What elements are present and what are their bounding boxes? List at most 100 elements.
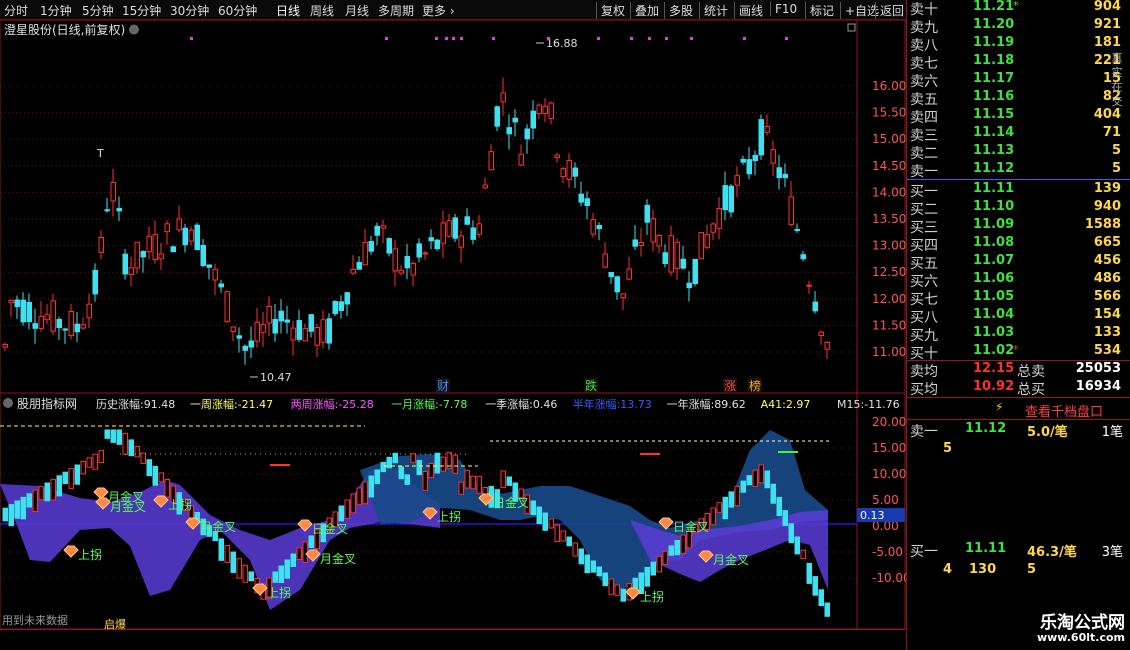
period-4[interactable]: 30分钟 — [170, 2, 209, 19]
indicator-bar — [350, 493, 356, 514]
ask-row[interactable]: 卖五 11.16 82 — [907, 89, 1130, 108]
indicator-bar — [158, 472, 164, 483]
toolbar-action-5[interactable]: F10 — [770, 2, 797, 16]
period-10[interactable]: 更多 › — [422, 2, 455, 19]
indicator-bar — [14, 500, 20, 519]
indicator-bar — [710, 507, 716, 526]
signal-dot — [452, 37, 455, 40]
bid-row[interactable]: 买七 11.05 566 — [907, 289, 1130, 308]
period-7[interactable]: 周线 — [310, 2, 334, 19]
candle-body — [260, 324, 266, 333]
indicator-bar — [38, 486, 44, 501]
period-5[interactable]: 60分钟 — [218, 2, 257, 19]
toolbar-action-6[interactable]: 标记 — [805, 2, 834, 19]
candle-body — [662, 252, 668, 265]
indicator-bar — [290, 553, 296, 568]
toolbar-action-4[interactable]: 画线 — [734, 2, 763, 19]
bid-row[interactable]: 买八 11.04 154 — [907, 307, 1130, 326]
toolbar-action-2[interactable]: 多股 — [664, 2, 693, 19]
period-0[interactable]: 分时 — [4, 2, 28, 19]
candle-body — [122, 253, 128, 275]
price-tick: 13.50 — [872, 212, 906, 226]
chart-area[interactable]: 澄星股份(日线,前复权) 16.00 15.50 15.00 14.50 14.00 13.… — [0, 20, 906, 630]
candle-body — [674, 241, 680, 270]
bid-row[interactable]: 买二 11.10 940 — [907, 199, 1130, 218]
candle-body — [290, 327, 296, 341]
toolbar-action-3[interactable]: 统计 — [699, 2, 728, 19]
bid-row[interactable]: 买四 11.08 665 — [907, 235, 1130, 254]
indicator-bar — [236, 558, 242, 579]
signal-dot — [630, 37, 633, 40]
price-tick: 14.00 — [872, 185, 906, 199]
ask-row[interactable]: 卖八 11.19 181 — [907, 35, 1130, 54]
indicator-bar — [32, 489, 38, 513]
candle-body — [254, 321, 260, 342]
indicator-bar — [302, 541, 308, 563]
candle-body — [422, 252, 428, 255]
dropdown-icon[interactable] — [129, 24, 139, 35]
ob-price: 11.21 — [973, 0, 1015, 14]
indicator-bar — [110, 429, 116, 443]
indicator-bar — [128, 439, 134, 457]
ask-row[interactable]: 卖十 11.21 * 904 — [907, 0, 1130, 18]
candle-body — [734, 175, 740, 186]
ask-row[interactable]: 卖二 11.13 5 — [907, 143, 1130, 162]
indicator-bar — [620, 588, 626, 602]
toolbar-action-0[interactable]: 复权 — [596, 2, 625, 19]
candle-body — [152, 234, 158, 261]
indicator-bar — [632, 577, 638, 589]
candle-body — [44, 314, 50, 321]
candle-body — [428, 237, 434, 242]
ask-row[interactable]: 卖七 11.18 221 — [907, 53, 1130, 72]
ask-row[interactable]: 卖三 11.14 71 — [907, 125, 1130, 144]
period-8[interactable]: 月线 — [345, 2, 369, 19]
toolbar-action-8[interactable]: 返回 — [875, 2, 904, 19]
ask-row[interactable]: 卖四 11.15 404 — [907, 107, 1130, 126]
ob-volume: 921 — [1093, 17, 1121, 32]
ob-label: 卖三 — [910, 128, 938, 144]
bid-row[interactable]: 买三 11.09 1588 — [907, 217, 1130, 236]
candle-body — [62, 328, 68, 331]
indicator-bar — [230, 551, 236, 573]
ob-label: 买一 — [910, 184, 938, 200]
bid-row[interactable]: 买五 11.07 456 — [907, 253, 1130, 272]
ob-label: 卖七 — [910, 56, 938, 72]
indicator-bar — [644, 567, 650, 587]
bid-row[interactable]: 买十 11.02 * 534 — [907, 343, 1130, 362]
period-2[interactable]: 5分钟 — [82, 2, 114, 19]
period-1[interactable]: 1分钟 — [40, 2, 72, 19]
toolbar-action-7[interactable]: +自选 — [840, 2, 879, 19]
toolbar-action-1[interactable]: 叠加 — [630, 2, 659, 19]
level10-button[interactable]: ⚡ 查看千档盘口 — [907, 400, 1130, 420]
candle-body — [650, 218, 656, 243]
bid-row[interactable]: 买一 11.11 139 — [907, 181, 1130, 200]
ask-row[interactable]: 卖一 11.12 5 — [907, 161, 1130, 180]
candle-body — [680, 258, 686, 269]
ask-row[interactable]: 卖六 11.17 15 — [907, 71, 1130, 90]
period-9[interactable]: 多周期 — [378, 2, 414, 19]
indicator-toggle-icon[interactable] — [3, 398, 13, 408]
signal-label: 上拐 — [640, 589, 664, 604]
signal-dot — [435, 37, 438, 40]
signal-label: 日金叉 — [673, 519, 709, 534]
ob-price: 11.17 — [973, 71, 1015, 86]
period-6[interactable]: 日线 — [276, 2, 300, 19]
ask-row[interactable]: 卖九 11.20 921 — [907, 17, 1130, 36]
diamond-icon — [63, 545, 79, 558]
bid-row[interactable]: 买六 11.06 486 — [907, 271, 1130, 290]
bid-row[interactable]: 买九 11.03 133 — [907, 325, 1130, 344]
candle-body — [206, 264, 212, 268]
indicator-bar — [218, 538, 224, 561]
diamond-icon — [93, 487, 109, 500]
candle-body — [380, 225, 386, 229]
candle-body — [554, 154, 560, 158]
candle-body — [128, 267, 134, 275]
period-3[interactable]: 15分钟 — [122, 2, 161, 19]
ob-price: 11.12 — [973, 161, 1015, 176]
candle-body — [302, 328, 308, 342]
candle-body — [386, 238, 392, 254]
candle-body — [524, 128, 530, 140]
candle-body — [410, 262, 416, 276]
maximize-icon[interactable] — [847, 23, 856, 32]
candle-body — [542, 105, 548, 115]
